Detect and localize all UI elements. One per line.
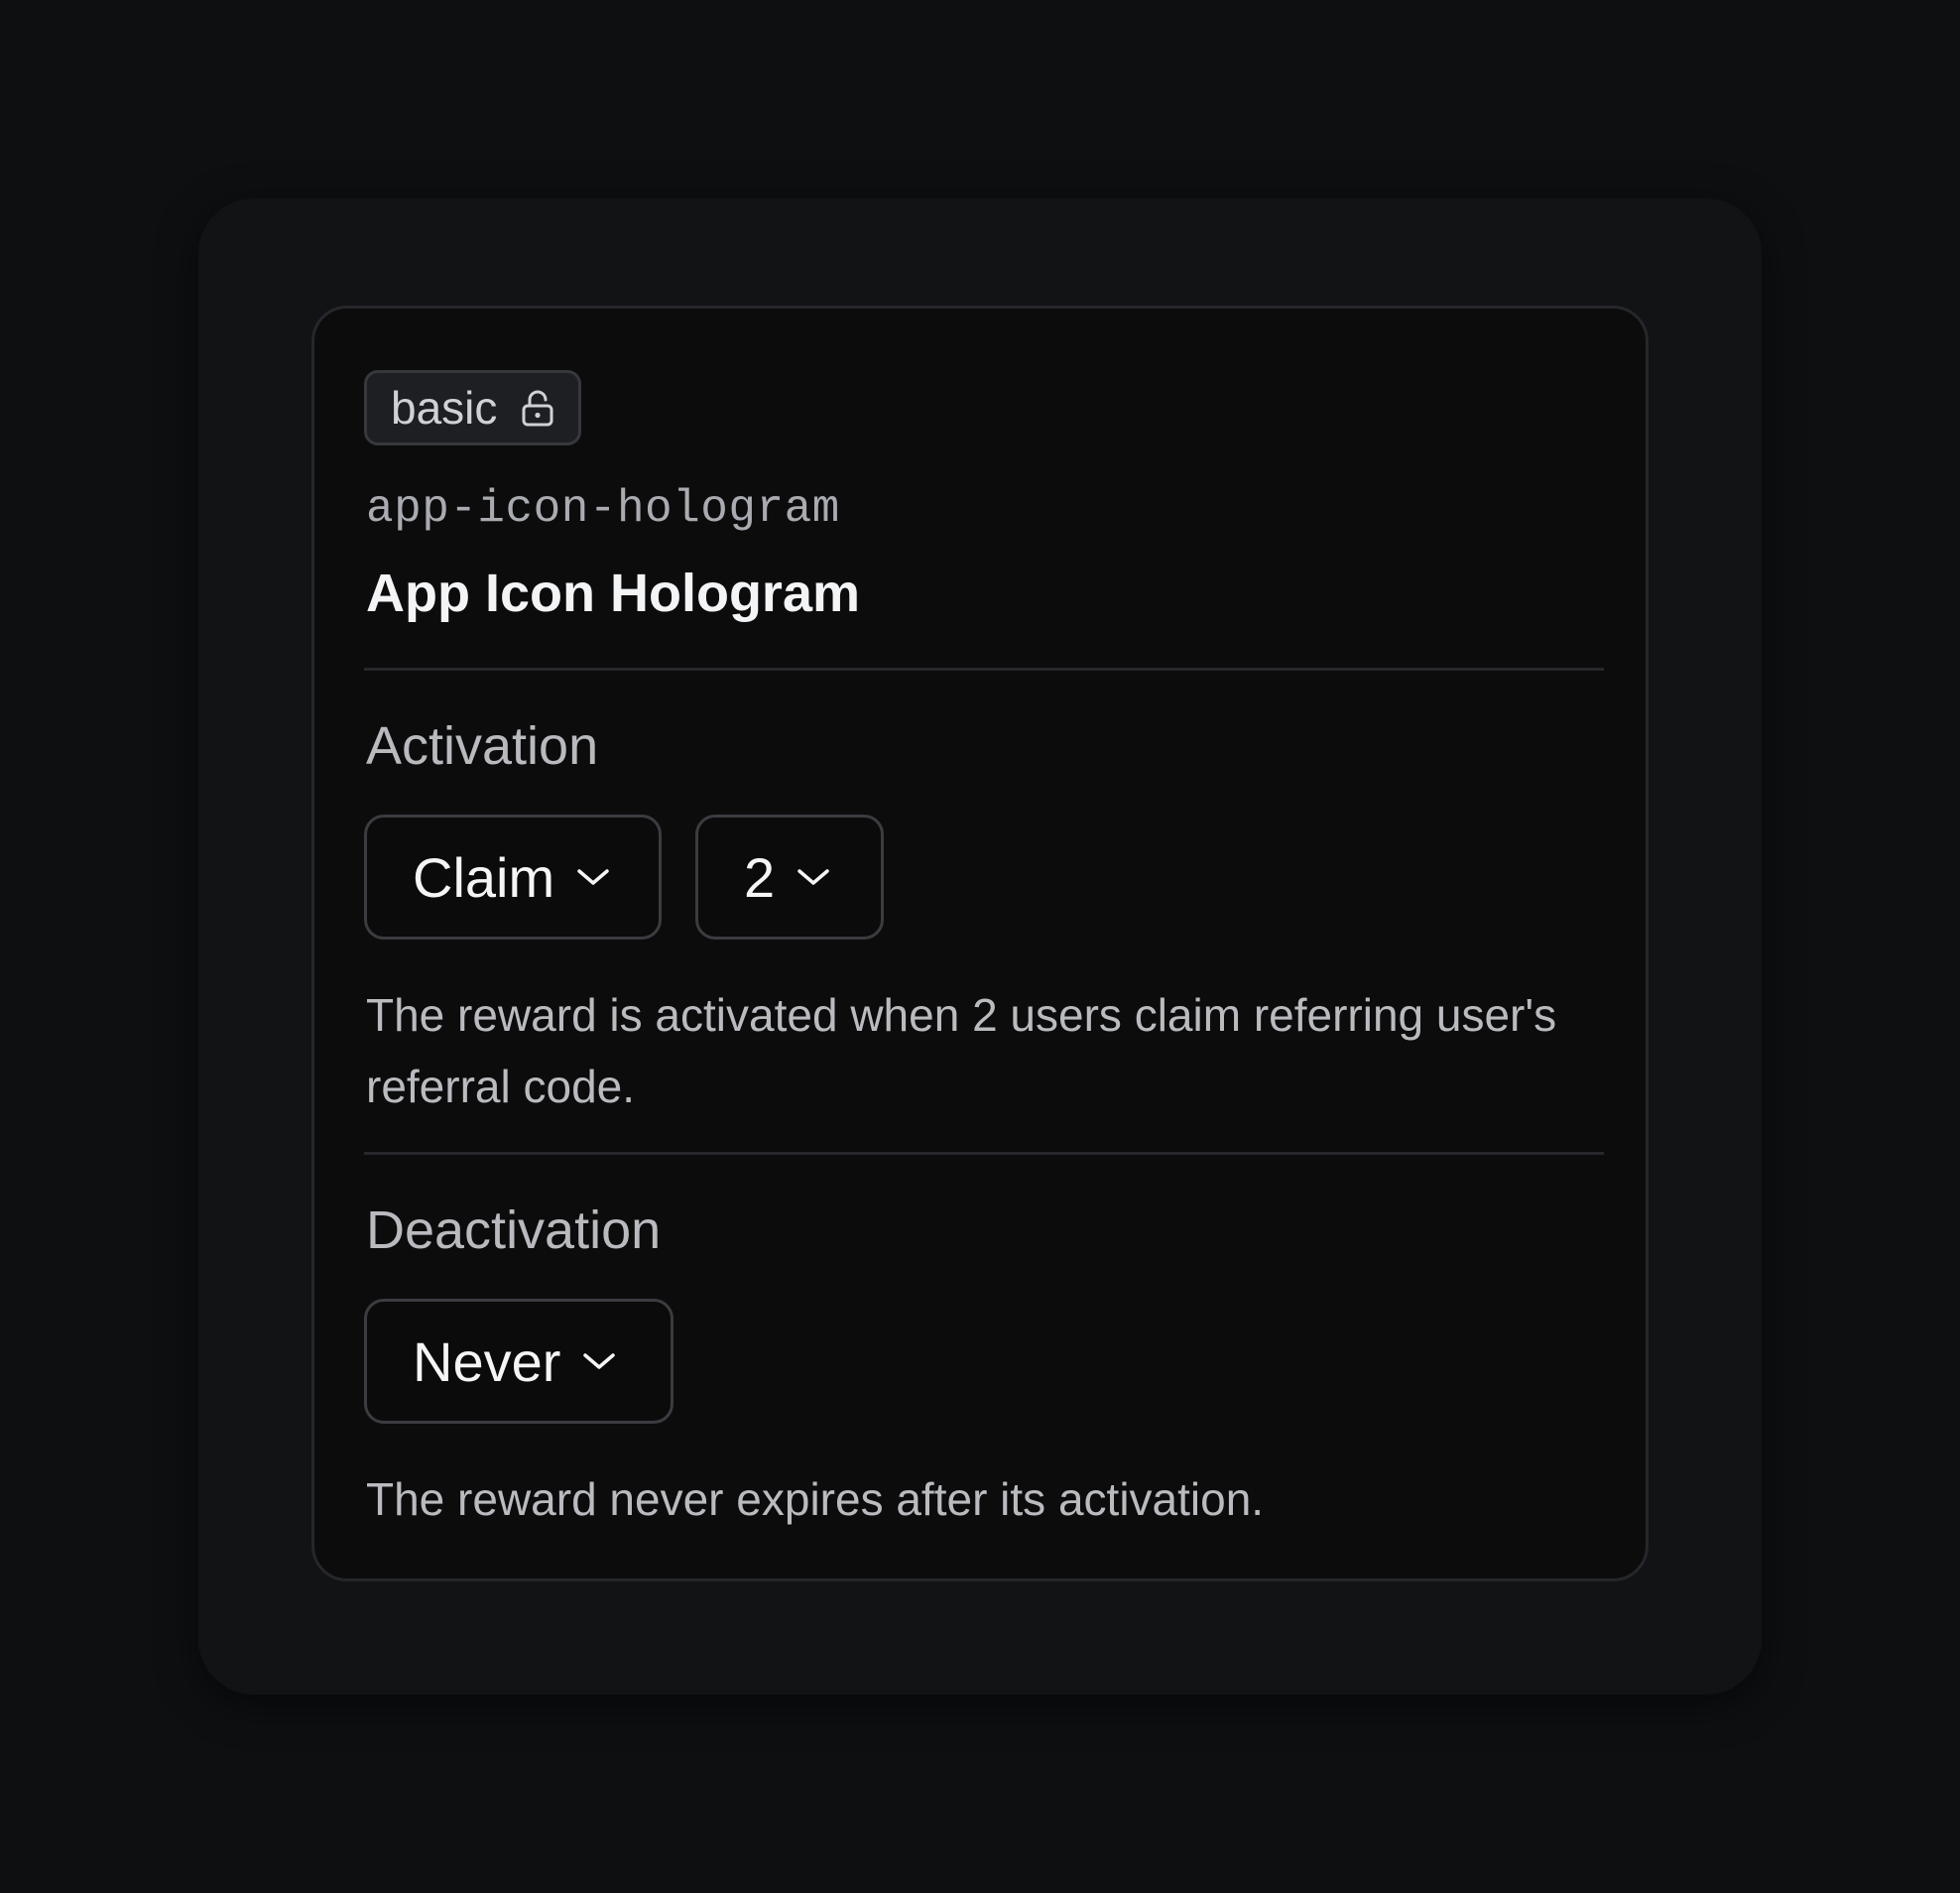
tier-badge: basic	[364, 370, 582, 445]
deactivation-description: The reward never expires after its activ…	[366, 1473, 1265, 1525]
deactivation-value: Never	[413, 1329, 561, 1393]
activation-count-select[interactable]: 2	[695, 815, 884, 940]
activation-type-value: Claim	[413, 845, 555, 909]
chevron-down-icon	[582, 1351, 616, 1371]
chevron-down-icon	[796, 867, 830, 887]
reward-card: basic app-icon-hologram App Icon Hologra…	[311, 306, 1649, 1581]
divider	[364, 1152, 1604, 1155]
deactivation-label: Deactivation	[366, 1200, 662, 1260]
activation-count-value: 2	[744, 845, 776, 909]
deactivation-select[interactable]: Never	[364, 1299, 674, 1424]
item-slug: app-icon-hologram	[366, 483, 840, 535]
activation-label: Activation	[366, 716, 599, 776]
divider	[364, 668, 1604, 671]
activation-type-select[interactable]: Claim	[364, 815, 662, 940]
lock-open-icon	[521, 389, 554, 427]
tier-badge-label: basic	[391, 382, 498, 434]
chevron-down-icon	[576, 867, 610, 887]
item-title: App Icon Hologram	[366, 564, 860, 623]
activation-description: The reward is activated when 2 users cla…	[366, 989, 1557, 1112]
